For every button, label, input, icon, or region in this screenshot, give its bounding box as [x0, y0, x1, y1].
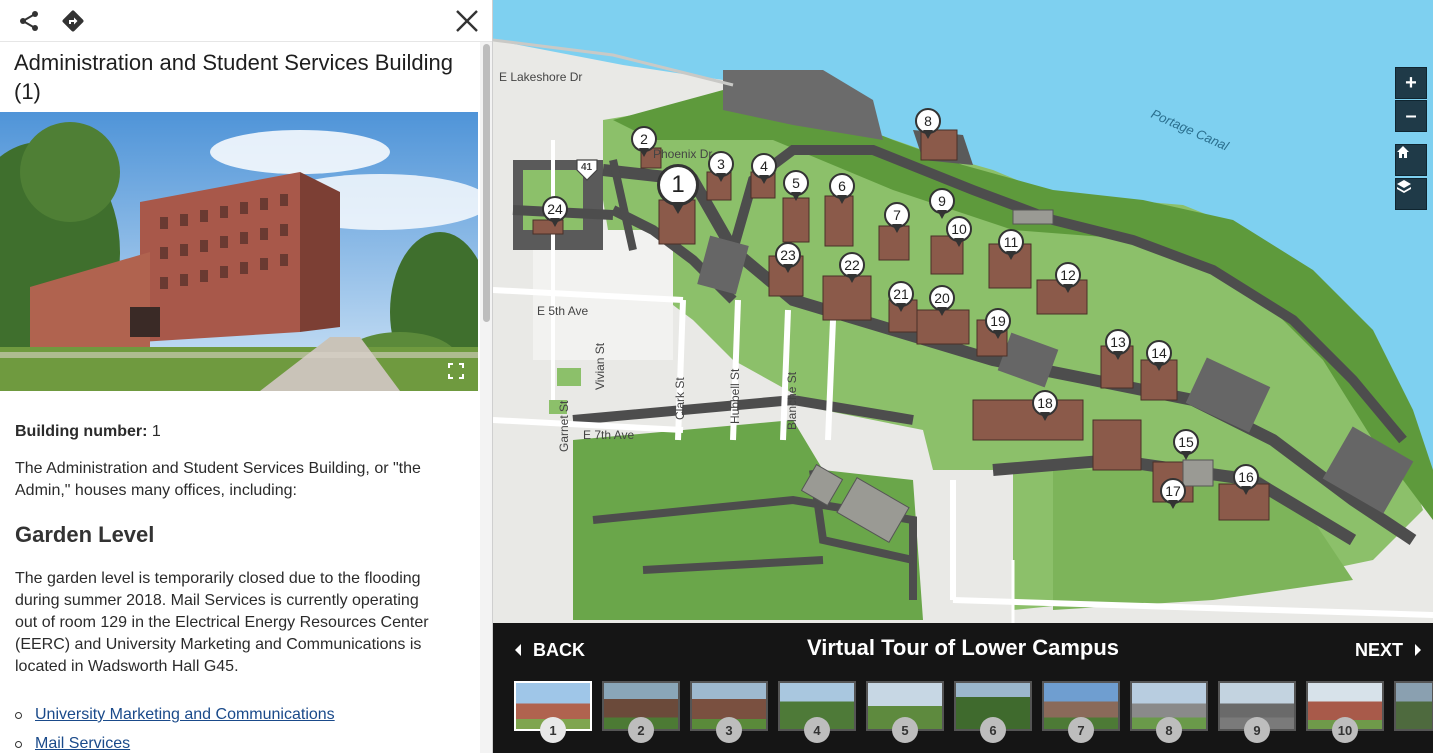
map-marker-11[interactable]: 11 — [998, 229, 1024, 261]
layers-button[interactable] — [1395, 178, 1427, 210]
building-title: Administration and Student Services Buil… — [14, 50, 454, 104]
map-marker-23[interactable]: 23 — [775, 242, 801, 274]
home-icon — [1397, 146, 1409, 158]
thumb-number: 10 — [1332, 717, 1358, 743]
tour-thumb-11[interactable] — [1394, 681, 1433, 731]
street-label: Vivian St — [593, 342, 607, 390]
zoom-in-button[interactable]: + — [1395, 67, 1427, 99]
layers-icon — [1397, 180, 1411, 193]
map-marker-12[interactable]: 12 — [1055, 262, 1081, 294]
share-button[interactable] — [14, 6, 44, 36]
street-label: Blanche St — [785, 371, 799, 430]
tour-thumbnails: 1 2 3 4 5 6 7 8 9 10 — [514, 681, 1433, 753]
close-icon — [456, 10, 478, 32]
share-icon — [20, 11, 38, 31]
map-marker-8[interactable]: 8 — [915, 108, 941, 140]
map-marker-16[interactable]: 16 — [1233, 464, 1259, 496]
garden-level-text: The garden level is temporarily closed d… — [15, 570, 429, 675]
office-links: University Marketing and Communications … — [0, 704, 480, 753]
expand-icon[interactable] — [448, 363, 464, 379]
building-photo — [0, 112, 478, 391]
street-label: E 7th Ave — [583, 428, 635, 442]
building-intro: The Administration and Student Services … — [15, 460, 421, 499]
map-marker-14[interactable]: 14 — [1146, 340, 1172, 372]
map-marker-13[interactable]: 13 — [1105, 329, 1131, 361]
next-label: NEXT — [1354, 639, 1403, 660]
list-item: University Marketing and Communications — [15, 704, 465, 733]
thumb-number: 5 — [892, 717, 918, 743]
panel-toolbar — [0, 0, 492, 42]
map-marker-24[interactable]: 24 — [542, 196, 568, 228]
map-canvas — [493, 38, 1433, 623]
map-marker-18[interactable]: 18 — [1032, 390, 1058, 422]
street-label: Phoenix Dr — [653, 147, 713, 161]
panel-scrollbar[interactable] — [480, 42, 492, 753]
street-label: Garnet St — [557, 400, 571, 452]
map-marker-20[interactable]: 20 — [929, 285, 955, 317]
map-marker-3[interactable]: 3 — [708, 151, 734, 183]
thumb-number: 9 — [1244, 717, 1270, 743]
thumb-number: 8 — [1156, 717, 1182, 743]
map-marker-17[interactable]: 17 — [1160, 478, 1186, 510]
map-marker-2[interactable]: 2 — [631, 126, 657, 158]
marker-label: 1 — [657, 164, 699, 206]
chevron-right-icon — [1415, 644, 1421, 656]
thumb-number: 6 — [980, 717, 1006, 743]
map-marker-1[interactable]: 1 — [657, 164, 699, 216]
map-marker-7[interactable]: 7 — [884, 202, 910, 234]
tour-bar: BACK Virtual Tour of Lower Campus NEXT 1… — [493, 623, 1433, 753]
link-marketing[interactable]: University Marketing and Communications — [35, 706, 335, 723]
garden-level-heading: Garden Level — [15, 522, 155, 547]
info-panel: Administration and Student Services Buil… — [0, 0, 493, 753]
street-label: Hubbell St — [728, 368, 742, 424]
map-marker-5[interactable]: 5 — [783, 170, 809, 202]
map-marker-4[interactable]: 4 — [751, 153, 777, 185]
building-number-label: Building number: — [15, 423, 148, 440]
building-number: Building number: 1 — [0, 421, 480, 443]
zoom-out-button[interactable]: – — [1395, 100, 1427, 132]
close-button[interactable] — [452, 6, 482, 36]
street-label: E Lakeshore Dr — [499, 70, 583, 84]
map-marker-6[interactable]: 6 — [829, 173, 855, 205]
thumb-number: 3 — [716, 717, 742, 743]
directions-icon — [62, 10, 84, 32]
directions-button[interactable] — [58, 6, 88, 36]
map-marker-15[interactable]: 15 — [1173, 429, 1199, 461]
list-item: Mail Services — [15, 733, 465, 753]
thumb-number: 4 — [804, 717, 830, 743]
link-mail-services[interactable]: Mail Services — [35, 735, 130, 752]
tour-title: Virtual Tour of Lower Campus — [806, 635, 1120, 660]
highway-shield-label: 41 — [581, 162, 593, 173]
map-marker-22[interactable]: 22 — [839, 252, 865, 284]
thumb-number: 2 — [628, 717, 654, 743]
building-number-value: 1 — [151, 423, 161, 440]
street-label: E 5th Ave — [537, 304, 589, 318]
map-marker-21[interactable]: 21 — [888, 281, 914, 313]
map-marker-19[interactable]: 19 — [985, 308, 1011, 340]
home-button[interactable] — [1395, 144, 1427, 176]
street-label: Clark St — [673, 377, 687, 420]
next-button[interactable]: NEXT — [1355, 639, 1423, 661]
map-marker-10[interactable]: 10 — [946, 216, 972, 248]
app-root: Administration and Student Services Buil… — [0, 0, 1433, 753]
campus-map[interactable]: E Lakeshore Dr E 5th Ave E 7th Ave Phoen… — [493, 0, 1433, 623]
thumb-number: 1 — [540, 717, 566, 743]
thumb-number: 7 — [1068, 717, 1094, 743]
scrollbar-thumb[interactable] — [483, 44, 490, 322]
panel-content: Administration and Student Services Buil… — [0, 42, 480, 753]
